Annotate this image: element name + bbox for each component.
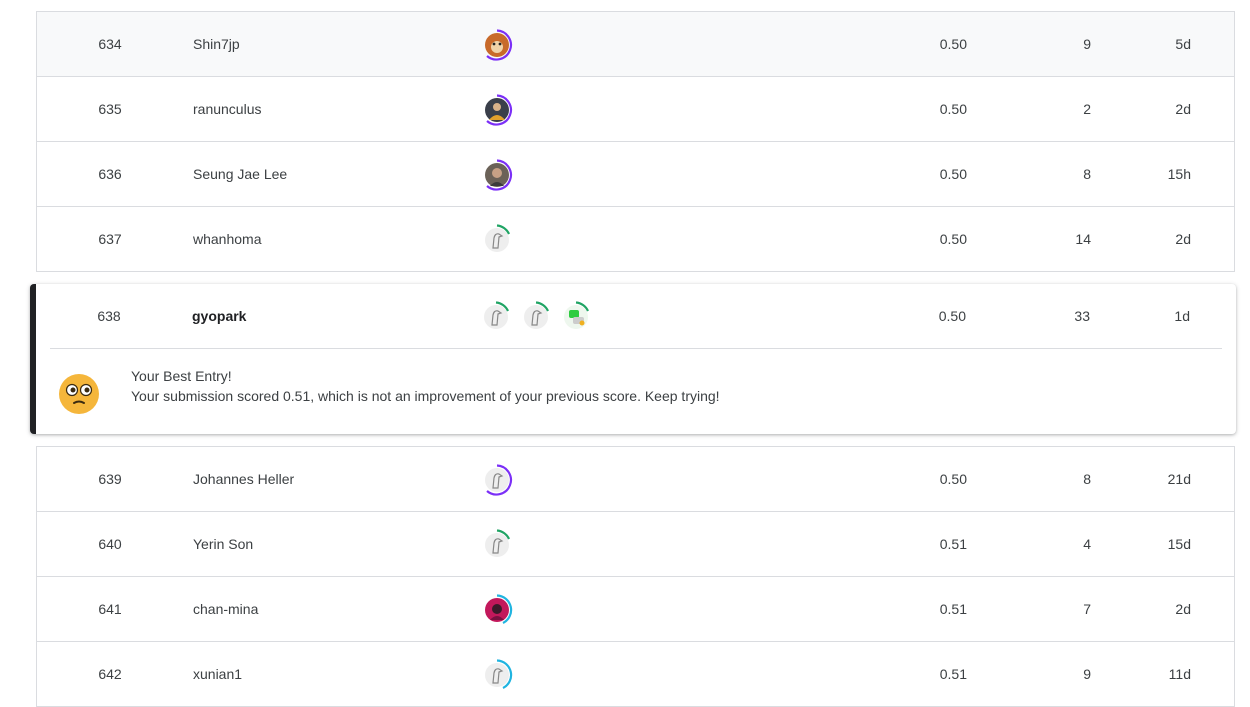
last-submission-cell: 15d xyxy=(1167,536,1191,552)
team-members xyxy=(481,29,513,61)
flushed-face-emoji-icon xyxy=(58,373,100,415)
last-submission-cell: 1d xyxy=(1174,308,1190,324)
leaderboard-table-bottom: 639 Johannes Heller 0.50 8 21d 640 Yerin… xyxy=(36,446,1235,707)
rank-cell: 642 xyxy=(98,666,122,682)
score-cell: 0.50 xyxy=(939,231,967,247)
team-members xyxy=(481,159,513,191)
table-row[interactable]: 637 whanhoma 0.50 14 2d xyxy=(37,207,1234,272)
score-cell: 0.50 xyxy=(938,308,966,324)
team-members xyxy=(481,529,513,561)
last-submission-cell: 11d xyxy=(1168,666,1191,682)
team-members xyxy=(481,94,513,126)
team-name-link[interactable]: gyopark xyxy=(192,284,246,348)
team-name-link[interactable]: Johannes Heller xyxy=(193,447,294,511)
entries-cell: 14 xyxy=(1075,231,1091,247)
team-members xyxy=(481,224,513,256)
team-name-link[interactable]: Seung Jae Lee xyxy=(193,142,287,206)
pink-avatar-icon[interactable] xyxy=(481,594,513,626)
entries-cell: 2 xyxy=(1083,101,1091,117)
fox-avatar-icon[interactable] xyxy=(481,29,513,61)
last-submission-cell: 15h xyxy=(1167,166,1191,182)
score-cell: 0.51 xyxy=(939,666,967,682)
default-avatar-icon[interactable] xyxy=(480,301,512,333)
my-table-row[interactable]: 638 gyopark 0.50 33 1d xyxy=(36,284,1222,348)
team-name-link[interactable]: whanhoma xyxy=(193,207,262,271)
score-cell: 0.51 xyxy=(939,601,967,617)
table-row[interactable]: 641 chan-mina 0.51 7 2d xyxy=(37,577,1234,642)
last-submission-cell: 2d xyxy=(1175,601,1191,617)
my-entry-card: 638 gyopark 0.50 33 1d Your Best Entry! … xyxy=(30,284,1236,434)
team-name-link[interactable]: Shin7jp xyxy=(193,12,240,76)
rank-cell: 636 xyxy=(98,166,122,182)
score-cell: 0.50 xyxy=(939,36,967,52)
person-avatar-icon[interactable] xyxy=(481,94,513,126)
entries-cell: 9 xyxy=(1083,36,1091,52)
rank-cell: 639 xyxy=(98,471,122,487)
entries-cell: 8 xyxy=(1083,166,1091,182)
table-row[interactable]: 640 Yerin Son 0.51 4 15d xyxy=(37,512,1234,577)
leaderboard-table-top: 634 Shin7jp 0.50 9 5d 635 ranunculus 0.5… xyxy=(36,11,1235,272)
table-row[interactable]: 636 Seung Jae Lee 0.50 8 15h xyxy=(37,142,1234,207)
team-name-link[interactable]: Yerin Son xyxy=(193,512,253,576)
card-divider xyxy=(50,348,1222,349)
table-row[interactable]: 634 Shin7jp 0.50 9 5d xyxy=(37,12,1234,77)
rank-cell: 637 xyxy=(98,231,122,247)
person-avatar-icon[interactable] xyxy=(481,159,513,191)
last-submission-cell: 2d xyxy=(1175,101,1191,117)
team-name-link[interactable]: chan-mina xyxy=(193,577,258,641)
table-row[interactable]: 642 xunian1 0.51 9 11d xyxy=(37,642,1234,707)
default-avatar-icon[interactable] xyxy=(481,464,513,496)
score-cell: 0.50 xyxy=(939,101,967,117)
last-submission-cell: 21d xyxy=(1167,471,1191,487)
rank-cell: 638 xyxy=(97,308,121,324)
score-cell: 0.51 xyxy=(939,536,967,552)
entries-cell: 8 xyxy=(1083,471,1091,487)
score-cell: 0.50 xyxy=(939,471,967,487)
team-members xyxy=(481,659,513,691)
team-name-link[interactable]: ranunculus xyxy=(193,77,262,141)
entries-cell: 33 xyxy=(1074,308,1090,324)
default-avatar-icon[interactable] xyxy=(481,224,513,256)
entries-cell: 9 xyxy=(1083,666,1091,682)
team-members xyxy=(481,594,513,626)
message-body: Your submission scored 0.51, which is no… xyxy=(131,388,720,404)
team-members xyxy=(481,464,513,496)
team-name-link[interactable]: xunian1 xyxy=(193,642,242,706)
last-submission-cell: 5d xyxy=(1175,36,1191,52)
table-row[interactable]: 639 Johannes Heller 0.50 8 21d xyxy=(37,447,1234,512)
team-members xyxy=(480,301,592,333)
score-cell: 0.50 xyxy=(939,166,967,182)
rank-cell: 634 xyxy=(98,36,122,52)
message-title: Your Best Entry! xyxy=(131,368,232,384)
table-row[interactable]: 635 ranunculus 0.50 2 2d xyxy=(37,77,1234,142)
rank-cell: 640 xyxy=(98,536,122,552)
green-logo-avatar-icon[interactable] xyxy=(560,301,592,333)
default-avatar-icon[interactable] xyxy=(520,301,552,333)
default-avatar-icon[interactable] xyxy=(481,659,513,691)
rank-cell: 635 xyxy=(98,101,122,117)
entry-message: Your Best Entry! Your submission scored … xyxy=(131,366,720,406)
entries-cell: 7 xyxy=(1083,601,1091,617)
default-avatar-icon[interactable] xyxy=(481,529,513,561)
rank-cell: 641 xyxy=(98,601,122,617)
entries-cell: 4 xyxy=(1083,536,1091,552)
last-submission-cell: 2d xyxy=(1175,231,1191,247)
